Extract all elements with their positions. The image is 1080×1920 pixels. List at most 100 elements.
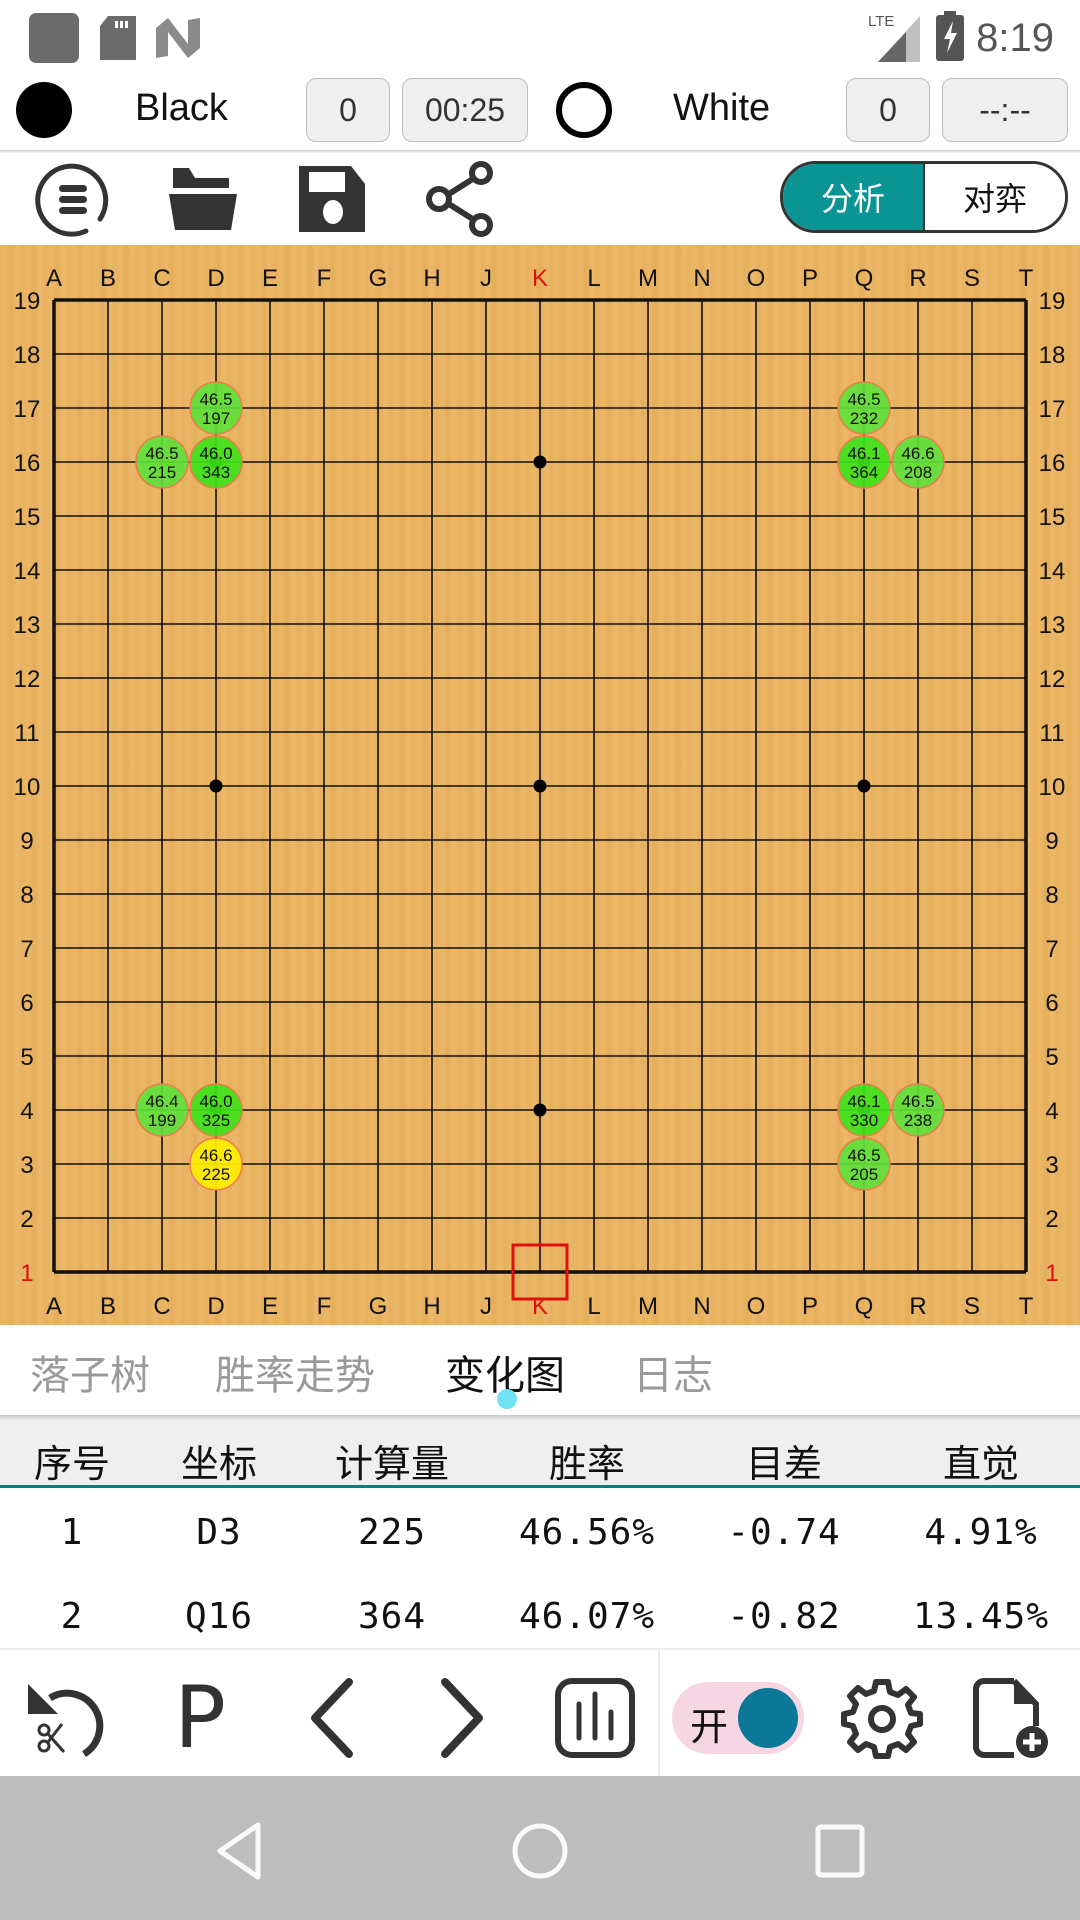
column-label: H <box>423 265 440 292</box>
cell-visits: 225 <box>357 1512 427 1553</box>
row-label: 7 <box>1045 936 1058 963</box>
candidate-visits: 232 <box>850 409 878 428</box>
row-label: 8 <box>1045 882 1058 909</box>
candidate-winrate: 46.5 <box>901 1092 934 1111</box>
column-label: Q <box>855 265 874 292</box>
next-move-button[interactable] <box>420 1676 504 1760</box>
row-label: 3 <box>20 1152 33 1179</box>
column-label: N <box>693 1293 710 1320</box>
column-label: D <box>207 1293 224 1320</box>
row-label: 15 <box>1039 504 1066 531</box>
row-label: 1 <box>20 1260 33 1287</box>
settings-icon <box>841 1679 923 1759</box>
candidate-visits: 330 <box>850 1111 878 1130</box>
column-label: K <box>532 265 548 292</box>
column-label: K <box>532 1293 548 1320</box>
white-player-name: White <box>673 87 771 129</box>
column-label: R <box>909 1293 926 1320</box>
row-label: 3 <box>1045 1152 1058 1179</box>
chart-icon <box>555 1678 635 1758</box>
black-stone-icon <box>16 82 72 138</box>
column-label: C <box>153 1293 170 1320</box>
save-button[interactable] <box>292 161 372 237</box>
candidate-visits: 215 <box>148 463 176 482</box>
row-label: 1 <box>1045 1260 1058 1287</box>
undo-cut-icon <box>28 1684 104 1757</box>
cell-coord: Q16 <box>184 1596 254 1637</box>
column-label: M <box>638 1293 658 1320</box>
open-button[interactable] <box>163 161 243 237</box>
row-label: 16 <box>1039 450 1066 477</box>
header-winrate: 胜率 <box>548 1442 625 1486</box>
star-point <box>209 779 223 793</box>
candidate-winrate: 46.1 <box>847 1092 880 1111</box>
column-label: B <box>100 265 116 292</box>
row-label: 14 <box>14 558 41 585</box>
analysis-tabs: 落子树 胜率走势 变化图 日志 <box>0 1325 1080 1415</box>
table-row[interactable]: 2 Q16 364 46.07% -0.82 13.45% <box>0 1578 1080 1646</box>
row-label: 6 <box>1045 990 1058 1017</box>
recents-icon <box>815 1824 865 1878</box>
column-label: R <box>909 265 926 292</box>
app-square-icon <box>28 12 80 69</box>
toggle-knob <box>738 1688 798 1748</box>
battery-charging-icon <box>936 11 965 66</box>
new-file-button[interactable] <box>968 1676 1052 1760</box>
next-icon <box>441 1678 483 1758</box>
nav-back-button[interactable] <box>200 1816 280 1886</box>
save-icon <box>299 166 365 232</box>
column-label: J <box>480 1293 492 1320</box>
previous-move-button[interactable] <box>290 1676 374 1760</box>
mode-analysis[interactable]: 分析 <box>783 164 925 230</box>
nav-home-button[interactable] <box>500 1816 580 1886</box>
pass-icon: P <box>174 1668 226 1768</box>
row-label: 10 <box>1039 774 1066 801</box>
candidate-visits: 208 <box>904 463 932 482</box>
undo-cut-button[interactable] <box>22 1676 106 1760</box>
row-label: 5 <box>20 1044 33 1071</box>
column-label: T <box>1019 265 1034 292</box>
row-label: 8 <box>20 882 33 909</box>
board-canvas[interactable]: AABBCCDDEEFFGGHHJJKKLLMMNNOOPPQQRRSSTT19… <box>0 245 1080 1325</box>
engine-toggle[interactable]: 开 <box>672 1682 804 1754</box>
share-icon <box>426 161 493 237</box>
black-timer: 00:25 <box>402 78 528 142</box>
candidate-visits: 343 <box>202 463 230 482</box>
go-board[interactable]: A A B B C C D D E E F F G G H H J J K K L L M M N N O O P P Q Q R R S S T T 19… <box>0 245 1080 1325</box>
row-label: 17 <box>14 396 41 423</box>
share-button[interactable] <box>421 161 501 237</box>
row-label: 9 <box>20 828 33 855</box>
column-label: T <box>1019 1293 1034 1320</box>
row-label: 14 <box>1039 558 1066 585</box>
star-point <box>533 779 547 793</box>
star-point <box>857 779 871 793</box>
column-label: L <box>587 265 600 292</box>
tab-log[interactable]: 日志 <box>633 1343 713 1401</box>
column-label: S <box>964 1293 980 1320</box>
tab-winrate-trend[interactable]: 胜率走势 <box>215 1343 375 1401</box>
column-label: C <box>153 265 170 292</box>
candidate-winrate: 46.0 <box>199 1092 232 1111</box>
candidate-winrate: 46.5 <box>199 390 232 409</box>
candidate-visits: 364 <box>850 463 878 482</box>
nav-recents-button[interactable] <box>800 1816 880 1886</box>
row-label: 18 <box>1039 342 1066 369</box>
tab-indicator-dot <box>497 1389 517 1409</box>
n-logo-icon <box>156 18 200 63</box>
player-bar: Black 0 00:25 White 0 --:-- <box>0 72 1080 150</box>
cell-policy: 13.45% <box>912 1596 1050 1637</box>
column-label: A <box>46 265 62 292</box>
row-label: 15 <box>14 504 41 531</box>
mode-play[interactable]: 对弈 <box>925 164 1065 230</box>
chart-button[interactable] <box>553 1676 637 1760</box>
tab-move-tree[interactable]: 落子树 <box>30 1343 150 1401</box>
column-label: E <box>262 1293 278 1320</box>
row-label: 18 <box>14 342 41 369</box>
row-label: 11 <box>1040 720 1065 747</box>
row-label: 7 <box>20 936 33 963</box>
candidate-visits: 199 <box>148 1111 176 1130</box>
pass-button[interactable]: P <box>158 1668 242 1768</box>
table-row[interactable]: 1 D3 225 46.56% -0.74 4.91% <box>0 1494 1080 1578</box>
menu-button[interactable] <box>34 161 114 237</box>
settings-button[interactable] <box>840 1676 924 1760</box>
